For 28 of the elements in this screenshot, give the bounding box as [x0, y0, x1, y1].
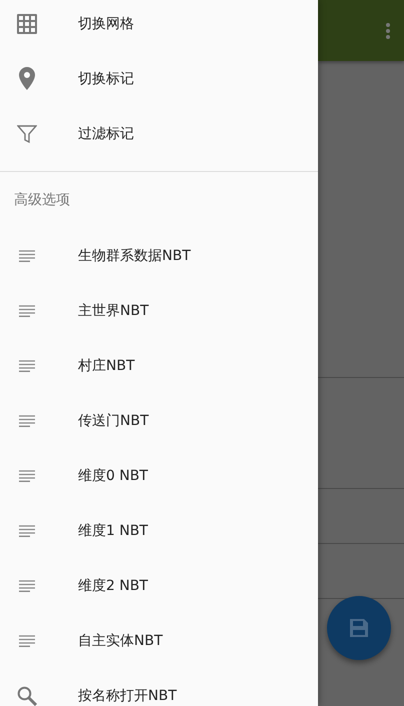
drawer-item[interactable]: 生物群系数据NBT	[0, 228, 318, 283]
more-icon[interactable]	[386, 22, 390, 38]
text-lines-icon	[19, 250, 35, 262]
text-lines-icon	[19, 524, 35, 536]
save-icon	[350, 619, 368, 637]
location-pin-icon	[19, 67, 35, 90]
drawer-item[interactable]: 切换网格	[0, 0, 318, 51]
drawer-item[interactable]: 村庄NBT	[0, 338, 318, 393]
drawer-item[interactable]: 切换标记	[0, 51, 318, 106]
filter-icon	[17, 124, 37, 144]
text-lines-icon	[19, 470, 35, 482]
drawer-item[interactable]: 维度2 NBT	[0, 558, 318, 613]
text-lines-icon	[19, 304, 35, 316]
drawer-item[interactable]: 自主实体NBT	[0, 613, 318, 668]
text-lines-icon	[19, 634, 35, 646]
text-lines-icon	[19, 414, 35, 426]
text-lines-icon	[19, 360, 35, 372]
text-lines-icon	[19, 580, 35, 592]
drawer-item[interactable]: 过滤标记	[0, 106, 318, 161]
drawer-item[interactable]: 维度1 NBT	[0, 503, 318, 558]
drawer-item[interactable]: 主世界NBT	[0, 283, 318, 338]
drawer-item[interactable]: 按名称打开NBT	[0, 668, 318, 706]
drawer-item[interactable]: 传送门NBT	[0, 393, 318, 448]
save-button[interactable]	[327, 596, 391, 660]
section-header: 高级选项	[13, 191, 71, 210]
search-icon	[17, 686, 37, 706]
drawer-item[interactable]: 维度0 NBT	[0, 448, 318, 503]
grid-icon	[15, 12, 39, 36]
